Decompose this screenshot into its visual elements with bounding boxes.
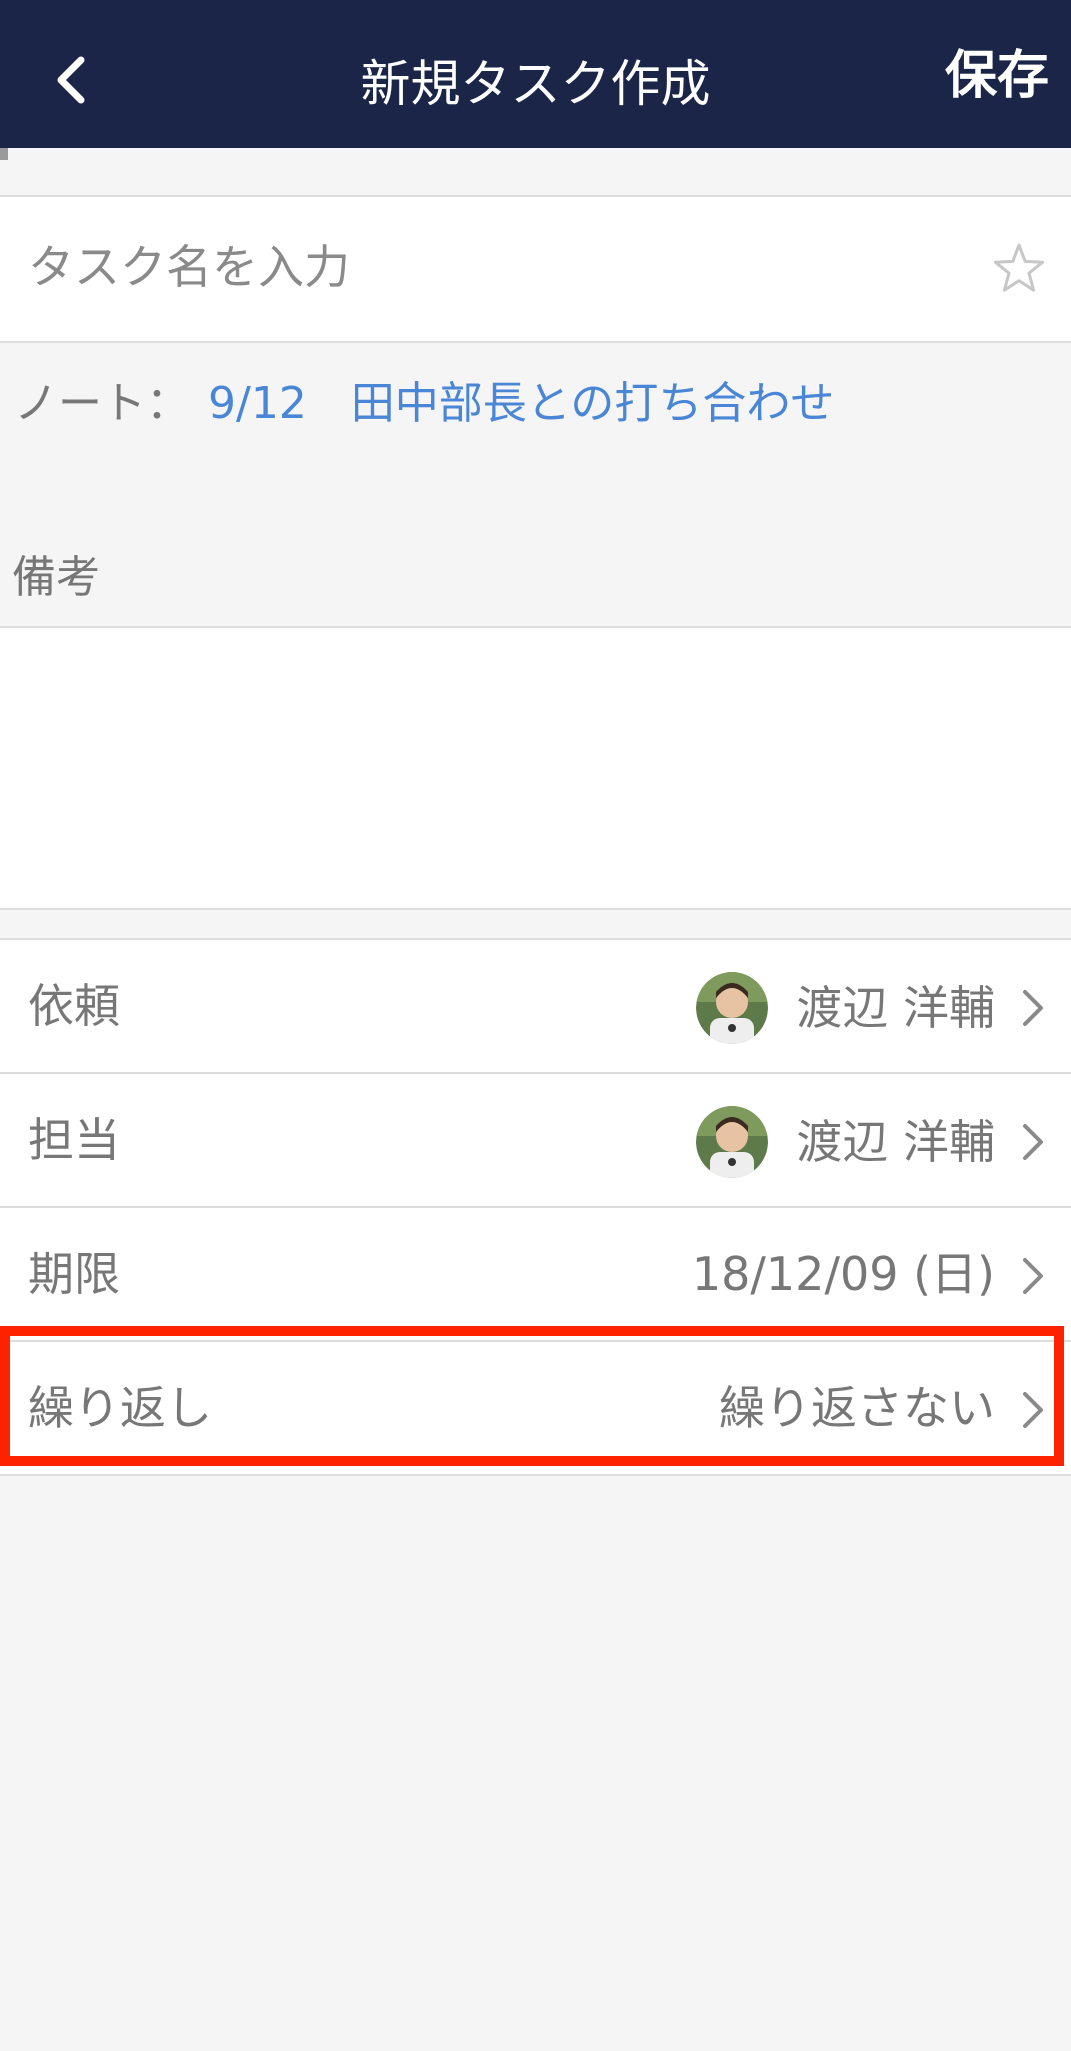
note-label: ノート：	[14, 378, 190, 429]
assignee-value: 渡辺 洋輔	[696, 1106, 995, 1178]
requester-value: 渡辺 洋輔	[696, 972, 995, 1044]
due-date-label: 期限	[28, 1247, 120, 1301]
assignee-row[interactable]: 担当 渡辺 洋輔	[0, 1074, 1071, 1208]
chevron-right-icon	[1023, 1258, 1043, 1294]
save-button[interactable]: 保存	[945, 40, 1049, 112]
page-title: 新規タスク作成	[360, 55, 711, 113]
chevron-right-icon	[1023, 990, 1043, 1026]
scroll-indicator	[0, 148, 8, 160]
due-date-row[interactable]: 期限 18/12/09 (日)	[0, 1208, 1071, 1342]
note-line: ノート： 9/12 田中部長との打ち合わせ	[14, 372, 834, 436]
avatar	[696, 1106, 769, 1178]
task-name-input[interactable]	[28, 227, 968, 307]
chevron-right-icon	[1023, 1392, 1043, 1428]
requester-label: 依頼	[28, 979, 120, 1033]
note-link[interactable]: 9/12 田中部長との打ち合わせ	[208, 378, 834, 429]
assignee-label: 担当	[28, 1113, 120, 1167]
app-header: 新規タスク作成 保存	[0, 0, 1071, 148]
remarks-label: 備考	[12, 552, 100, 603]
remarks-textarea[interactable]	[0, 626, 1071, 910]
repeat-row[interactable]: 繰り返し 繰り返さない	[0, 1342, 1071, 1476]
task-field-list: 依頼 渡辺 洋輔 担当 渡辺 洋輔 期限 18/12/09 (日) 繰り返し 繰…	[0, 938, 1071, 1476]
due-date-value: 18/12/09 (日)	[691, 1247, 995, 1301]
repeat-label: 繰り返し	[28, 1381, 212, 1435]
star-icon[interactable]	[991, 241, 1047, 297]
task-name-row	[0, 195, 1071, 343]
assignee-name: 渡辺 洋輔	[796, 1115, 995, 1169]
requester-name: 渡辺 洋輔	[796, 981, 995, 1035]
requester-row[interactable]: 依頼 渡辺 洋輔	[0, 940, 1071, 1074]
repeat-value: 繰り返さない	[719, 1381, 995, 1435]
avatar	[696, 972, 769, 1044]
chevron-right-icon	[1023, 1124, 1043, 1160]
